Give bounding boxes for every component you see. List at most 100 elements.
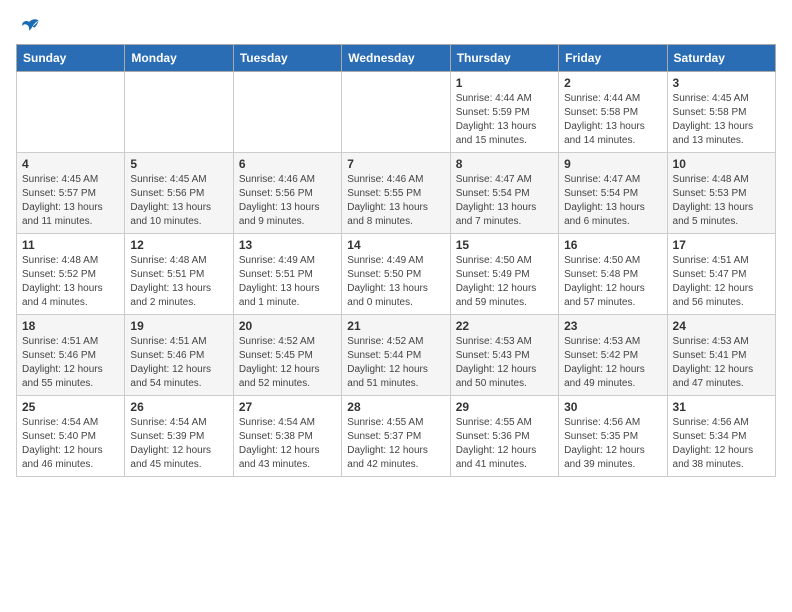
day-number: 25 [22,400,119,414]
day-number: 16 [564,238,661,252]
day-info: Sunrise: 4:49 AM Sunset: 5:51 PM Dayligh… [239,254,336,310]
calendar-cell: 9Sunrise: 4:47 AM Sunset: 5:54 PM Daylig… [559,153,667,234]
day-number: 5 [130,157,227,171]
day-info: Sunrise: 4:48 AM Sunset: 5:52 PM Dayligh… [22,254,119,310]
calendar-cell: 5 Sunrise: 4:45 AM Sunset: 5:56 PM Daylig… [125,153,233,234]
calendar-cell: 3 Sunrise: 4:45 AM Sunset: 5:58 PM Daylig… [667,72,775,153]
day-number: 20 [239,319,336,333]
calendar-cell: 30 Sunrise: 4:56 AM Sunset: 5:35 PM Dayli… [559,396,667,477]
calendar-header-row: SundayMondayTuesdayWednesdayThursdayFrid… [17,45,776,72]
calendar-cell: 20 Sunrise: 4:52 AM Sunset: 5:45 PM Dayli… [233,315,341,396]
day-info: Sunrise: 4:53 AM Sunset: 5:42 PM Dayligh… [564,335,661,391]
day-number: 23 [564,319,661,333]
calendar-cell: 26Sunrise: 4:54 AM Sunset: 5:39 PM Dayli… [125,396,233,477]
day-number: 2 [564,76,661,90]
day-info: Sunrise: 4:51 AM Sunset: 5:46 PM Dayligh… [22,335,119,391]
calendar-cell: 10Sunrise: 4:48 AM Sunset: 5:53 PM Dayli… [667,153,775,234]
day-info: Sunrise: 4:51 AM Sunset: 5:46 PM Dayligh… [130,335,227,391]
day-number: 3 [673,76,770,90]
day-number: 6 [239,157,336,171]
calendar-cell: 11 Sunrise: 4:48 AM Sunset: 5:52 PM Dayli… [17,234,125,315]
day-info: Sunrise: 4:54 AM Sunset: 5:38 PM Dayligh… [239,416,336,472]
day-number: 21 [347,319,444,333]
calendar-week-row: 11 Sunrise: 4:48 AM Sunset: 5:52 PM Dayli… [17,234,776,315]
weekday-header: Thursday [450,45,558,72]
weekday-header: Sunday [17,45,125,72]
calendar-cell: 2 Sunrise: 4:44 AM Sunset: 5:58 PM Daylig… [559,72,667,153]
calendar-cell: 16 Sunrise: 4:50 AM Sunset: 5:48 PM Dayli… [559,234,667,315]
logo-bird-icon [18,16,40,38]
day-info: Sunrise: 4:54 AM Sunset: 5:39 PM Dayligh… [130,416,227,472]
day-number: 14 [347,238,444,252]
weekday-header: Wednesday [342,45,450,72]
calendar-cell: 24 Sunrise: 4:53 AM Sunset: 5:41 PM Dayli… [667,315,775,396]
calendar-week-row: 1Sunrise: 4:44 AM Sunset: 5:59 PM Daylig… [17,72,776,153]
calendar-cell: 15 Sunrise: 4:50 AM Sunset: 5:49 PM Dayli… [450,234,558,315]
day-number: 28 [347,400,444,414]
calendar-cell [17,72,125,153]
calendar-cell [125,72,233,153]
calendar-cell: 6 Sunrise: 4:46 AM Sunset: 5:56 PM Daylig… [233,153,341,234]
page-header [16,16,776,34]
day-info: Sunrise: 4:45 AM Sunset: 5:56 PM Dayligh… [130,173,227,229]
day-number: 15 [456,238,553,252]
day-info: Sunrise: 4:48 AM Sunset: 5:51 PM Dayligh… [130,254,227,310]
calendar-cell: 27 Sunrise: 4:54 AM Sunset: 5:38 PM Dayli… [233,396,341,477]
calendar-week-row: 18 Sunrise: 4:51 AM Sunset: 5:46 PM Dayli… [17,315,776,396]
day-number: 13 [239,238,336,252]
calendar-cell: 14 Sunrise: 4:49 AM Sunset: 5:50 PM Dayli… [342,234,450,315]
calendar-week-row: 4 Sunrise: 4:45 AM Sunset: 5:57 PM Daylig… [17,153,776,234]
day-number: 24 [673,319,770,333]
calendar-week-row: 25 Sunrise: 4:54 AM Sunset: 5:40 PM Dayli… [17,396,776,477]
weekday-header: Tuesday [233,45,341,72]
day-info: Sunrise: 4:55 AM Sunset: 5:36 PM Dayligh… [456,416,553,472]
day-info: Sunrise: 4:44 AM Sunset: 5:59 PM Dayligh… [456,92,553,148]
calendar-cell: 13 Sunrise: 4:49 AM Sunset: 5:51 PM Dayli… [233,234,341,315]
day-info: Sunrise: 4:45 AM Sunset: 5:58 PM Dayligh… [673,92,770,148]
day-number: 30 [564,400,661,414]
day-number: 17 [673,238,770,252]
calendar-cell: 18 Sunrise: 4:51 AM Sunset: 5:46 PM Dayli… [17,315,125,396]
calendar-cell: 31 Sunrise: 4:56 AM Sunset: 5:34 PM Dayli… [667,396,775,477]
day-number: 12 [130,238,227,252]
day-number: 8 [456,157,553,171]
day-info: Sunrise: 4:56 AM Sunset: 5:34 PM Dayligh… [673,416,770,472]
day-number: 4 [22,157,119,171]
day-info: Sunrise: 4:50 AM Sunset: 5:48 PM Dayligh… [564,254,661,310]
calendar-cell: 22 Sunrise: 4:53 AM Sunset: 5:43 PM Dayli… [450,315,558,396]
day-number: 11 [22,238,119,252]
day-number: 22 [456,319,553,333]
day-info: Sunrise: 4:53 AM Sunset: 5:41 PM Dayligh… [673,335,770,391]
day-number: 7 [347,157,444,171]
day-number: 27 [239,400,336,414]
day-number: 31 [673,400,770,414]
calendar-cell: 29Sunrise: 4:55 AM Sunset: 5:36 PM Dayli… [450,396,558,477]
day-number: 18 [22,319,119,333]
calendar-cell: 21 Sunrise: 4:52 AM Sunset: 5:44 PM Dayli… [342,315,450,396]
calendar-cell: 19 Sunrise: 4:51 AM Sunset: 5:46 PM Dayli… [125,315,233,396]
day-number: 10 [673,157,770,171]
calendar-cell [342,72,450,153]
calendar-cell: 28 Sunrise: 4:55 AM Sunset: 5:37 PM Dayli… [342,396,450,477]
calendar-cell: 7Sunrise: 4:46 AM Sunset: 5:55 PM Daylig… [342,153,450,234]
weekday-header: Monday [125,45,233,72]
calendar-cell: 1Sunrise: 4:44 AM Sunset: 5:59 PM Daylig… [450,72,558,153]
day-info: Sunrise: 4:47 AM Sunset: 5:54 PM Dayligh… [456,173,553,229]
day-info: Sunrise: 4:53 AM Sunset: 5:43 PM Dayligh… [456,335,553,391]
day-info: Sunrise: 4:50 AM Sunset: 5:49 PM Dayligh… [456,254,553,310]
day-info: Sunrise: 4:45 AM Sunset: 5:57 PM Dayligh… [22,173,119,229]
day-info: Sunrise: 4:54 AM Sunset: 5:40 PM Dayligh… [22,416,119,472]
day-info: Sunrise: 4:56 AM Sunset: 5:35 PM Dayligh… [564,416,661,472]
day-info: Sunrise: 4:46 AM Sunset: 5:56 PM Dayligh… [239,173,336,229]
calendar-cell: 12 Sunrise: 4:48 AM Sunset: 5:51 PM Dayli… [125,234,233,315]
day-info: Sunrise: 4:52 AM Sunset: 5:45 PM Dayligh… [239,335,336,391]
day-number: 19 [130,319,227,333]
day-info: Sunrise: 4:55 AM Sunset: 5:37 PM Dayligh… [347,416,444,472]
day-info: Sunrise: 4:51 AM Sunset: 5:47 PM Dayligh… [673,254,770,310]
day-info: Sunrise: 4:52 AM Sunset: 5:44 PM Dayligh… [347,335,444,391]
calendar-table: SundayMondayTuesdayWednesdayThursdayFrid… [16,44,776,477]
day-info: Sunrise: 4:44 AM Sunset: 5:58 PM Dayligh… [564,92,661,148]
weekday-header: Saturday [667,45,775,72]
calendar-cell: 17 Sunrise: 4:51 AM Sunset: 5:47 PM Dayli… [667,234,775,315]
day-info: Sunrise: 4:49 AM Sunset: 5:50 PM Dayligh… [347,254,444,310]
